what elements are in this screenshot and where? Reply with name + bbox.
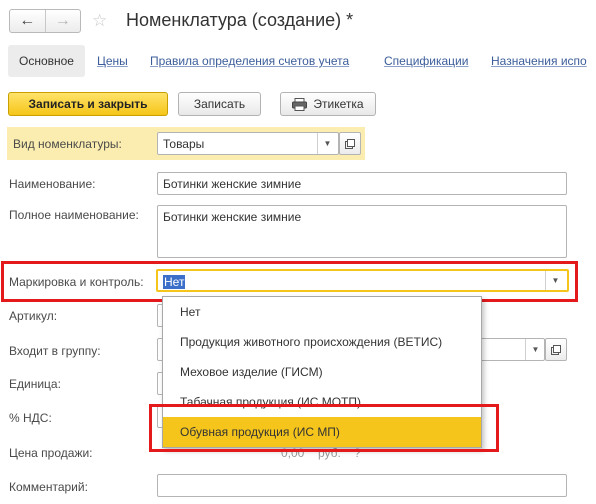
window-title: Номенклатура (создание) *: [126, 10, 354, 30]
back-arrow-icon: ←: [19, 12, 36, 29]
shoes-annotation-frame: [149, 404, 499, 452]
nomenclature-type-field[interactable]: Товары: [157, 132, 339, 155]
dropdown-option-none[interactable]: Нет: [163, 297, 481, 327]
open-form-button[interactable]: [339, 132, 361, 155]
tab-purposes[interactable]: Назначения испо: [491, 54, 587, 68]
tab-main[interactable]: Основное: [8, 45, 85, 77]
comment-field[interactable]: [157, 474, 567, 497]
group-label: Входит в группу:: [9, 344, 101, 358]
printer-icon: [292, 97, 308, 111]
group-open-icon: [551, 344, 561, 355]
save-button[interactable]: Записать: [178, 92, 261, 116]
vat-label: % НДС:: [9, 411, 52, 425]
group-open-button[interactable]: [545, 338, 567, 361]
full-name-label: Полное наименование:: [9, 208, 139, 222]
chevron-down-icon[interactable]: ▼: [317, 133, 337, 154]
back-button[interactable]: ←: [10, 10, 45, 32]
marking-label: Маркировка и контроль:: [9, 275, 144, 289]
group-chevron-down-icon[interactable]: ▼: [525, 339, 545, 360]
open-form-icon: [345, 138, 355, 149]
forward-arrow-icon: →: [54, 12, 71, 29]
article-label: Артикул:: [9, 309, 58, 323]
marking-field[interactable]: Нет: [156, 269, 569, 292]
dropdown-option-vetis[interactable]: Продукция животного происхождения (ВЕТИС…: [163, 327, 481, 357]
dropdown-option-gism[interactable]: Меховое изделие (ГИСМ): [163, 357, 481, 387]
marking-chevron-down-icon[interactable]: ▼: [545, 271, 565, 290]
nav-buttons: ← →: [9, 9, 81, 33]
name-field[interactable]: Ботинки женские зимние: [157, 172, 567, 195]
save-and-close-button[interactable]: Записать и закрыть: [8, 92, 168, 116]
print-label-button[interactable]: Этикетка: [280, 92, 376, 116]
price-label: Цена продажи:: [9, 446, 93, 460]
marking-value: Нет: [163, 275, 186, 289]
print-label-text: Этикетка: [313, 97, 364, 111]
tab-specifications[interactable]: Спецификации: [384, 54, 468, 68]
nomenclature-type-label: Вид номенклатуры:: [13, 137, 122, 151]
favorite-star-icon[interactable]: ☆: [92, 11, 107, 31]
comment-label: Комментарий:: [9, 480, 88, 494]
nomenclature-type-value: Товары: [163, 137, 205, 151]
forward-button[interactable]: →: [44, 10, 81, 32]
tab-account-rules[interactable]: Правила определения счетов учета: [150, 54, 349, 68]
unit-label: Единица:: [9, 377, 61, 391]
name-label: Наименование:: [9, 177, 96, 191]
tab-prices[interactable]: Цены: [97, 54, 128, 68]
full-name-field[interactable]: Ботинки женские зимние: [157, 205, 567, 258]
